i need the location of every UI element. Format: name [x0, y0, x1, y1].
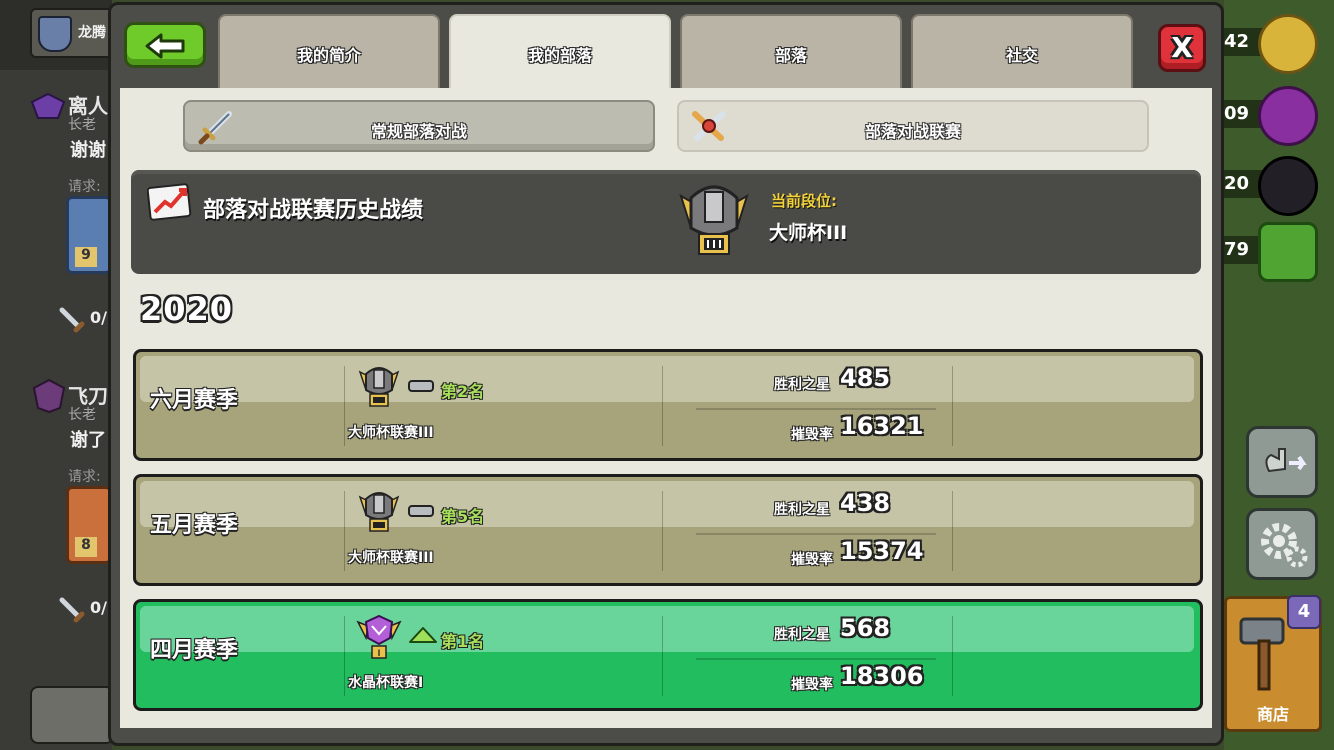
season-row[interactable]: 四月赛季 I 第1名 水晶杯联赛I 胜利之星 568 摧毁率 18306 [133, 599, 1203, 711]
destruction-label: 摧毁率 [791, 427, 833, 443]
troop-level: 9 [75, 247, 97, 267]
troop-level: 8 [75, 537, 97, 557]
current-league-value: 大师杯III [769, 222, 848, 244]
gem-amount: 79 [1224, 239, 1250, 260]
destruction-label: 摧毁率 [791, 552, 833, 568]
season-name: 六月赛季 [150, 388, 239, 413]
history-title: 部落对战联赛历史战绩 [203, 198, 424, 223]
tab-label: 我的部落 [527, 46, 592, 65]
season-rank: 第2名 [441, 382, 485, 401]
stars-value: 485 [840, 364, 891, 392]
tab-clans[interactable]: 部落 [680, 14, 902, 90]
tab-label: 社交 [1005, 46, 1038, 65]
gem-icon [1258, 222, 1318, 282]
league-icon [30, 92, 66, 119]
subtab-label: 部落对战联赛 [864, 122, 961, 141]
chart-trend-icon [147, 183, 192, 221]
chat-member-role: 长老 [68, 407, 96, 423]
back-button[interactable] [124, 22, 206, 68]
rank-up-icon [409, 627, 437, 643]
destruction-value: 16321 [840, 412, 924, 440]
chat-message: 谢了 [70, 430, 106, 451]
sword-icon [59, 597, 85, 623]
crystal-league-icon: I [356, 614, 402, 659]
master-league-icon [358, 492, 400, 532]
donation-count: 0/ [90, 598, 107, 617]
stars-label: 胜利之星 [774, 627, 830, 643]
elixir-icon [1258, 86, 1318, 146]
tab-social[interactable]: 社交 [911, 14, 1133, 90]
shop-label: 商店 [1256, 705, 1289, 724]
season-rank: 第1名 [441, 632, 485, 651]
troop-card[interactable]: 9 [66, 196, 112, 274]
gold-icon [1258, 14, 1318, 74]
request-label: 请求: [68, 469, 101, 485]
request-label: 请求: [68, 179, 101, 195]
tab-my-clan[interactable]: 我的部落 [449, 14, 671, 90]
chat-member-role: 长老 [68, 117, 96, 133]
donation-count: 0/ [90, 308, 107, 327]
war-league-subtab[interactable]: 部落对战联赛 [677, 100, 1149, 152]
season-league: 水晶杯联赛I [348, 675, 424, 691]
sword-icon [59, 307, 85, 333]
dark-elixir-icon [1258, 156, 1318, 216]
chat-message: 谢谢 [70, 140, 106, 161]
chat-toggle-button[interactable] [30, 686, 114, 744]
season-name: 五月赛季 [150, 513, 239, 538]
stars-label: 胜利之星 [774, 377, 830, 393]
dark-elixir-amount: 20 [1224, 173, 1250, 194]
tab-my-profile[interactable]: 我的简介 [218, 14, 440, 90]
destruction-value: 18306 [840, 662, 924, 690]
master-league-icon [679, 185, 749, 255]
hand-arrow-icon [1265, 448, 1307, 473]
master-league-icon [358, 367, 400, 407]
stars-label: 胜利之星 [774, 502, 830, 518]
troop-card[interactable]: 8 [66, 486, 112, 564]
gear-icon [1261, 523, 1308, 568]
close-icon: X [1171, 31, 1193, 64]
clan-shield-icon [38, 16, 72, 52]
destruction-label: 摧毁率 [791, 677, 833, 693]
season-row[interactable]: 五月赛季 第5名 大师杯联赛III 胜利之星 438 摧毁率 15374 [133, 474, 1203, 586]
back-arrow-icon [145, 33, 185, 59]
layout-edit-button[interactable] [1246, 426, 1318, 498]
gem-resource: 79 [1218, 222, 1334, 282]
subtab-label: 常规部落对战 [370, 122, 467, 141]
tab-label: 部落 [774, 46, 807, 65]
destruction-value: 15374 [840, 537, 924, 565]
normal-war-subtab[interactable]: 常规部落对战 [183, 100, 655, 152]
season-row[interactable]: 六月赛季 第2名 大师杯联赛III 胜利之星 485 摧毁率 16321 [133, 349, 1203, 461]
league-icon [32, 378, 66, 414]
shop-notification-badge: 4 [1287, 595, 1321, 629]
elixir-amount: 09 [1224, 103, 1250, 124]
chat-sidebar: 龙腾 离人 长老 谢谢 请求: 9 0/ 飞刀 长老 谢了 请求: 8 0/ [0, 0, 124, 750]
history-header: 部落对战联赛历史战绩 当前段位: 大师杯III [131, 170, 1201, 274]
year-heading: 2020 [140, 290, 234, 328]
war-league-history-content: 常规部落对战 部落对战联赛 部落对战联赛历史战绩 当前段位: 大师杯III 20… [120, 88, 1212, 728]
season-name: 四月赛季 [150, 638, 239, 663]
tab-label: 我的简介 [296, 46, 361, 65]
elixir-resource: 09 [1218, 86, 1334, 146]
svg-text:I: I [378, 648, 381, 658]
season-rank: 第5名 [441, 507, 485, 526]
gold-resource: 42 [1218, 14, 1334, 74]
settings-button[interactable] [1246, 508, 1318, 580]
stars-value: 568 [840, 614, 891, 642]
clan-name: 龙腾 [78, 25, 106, 41]
close-button[interactable]: X [1158, 24, 1206, 72]
current-league-label: 当前段位: [771, 192, 837, 210]
stars-value: 438 [840, 489, 891, 517]
rank-unchanged-icon [408, 380, 434, 392]
gold-amount: 42 [1224, 31, 1250, 52]
season-league: 大师杯联赛III [348, 550, 434, 566]
shop-button[interactable]: 4 商店 [1224, 595, 1322, 732]
season-league: 大师杯联赛III [348, 425, 434, 441]
dark-elixir-resource: 20 [1218, 156, 1334, 216]
rank-unchanged-icon [408, 505, 434, 517]
